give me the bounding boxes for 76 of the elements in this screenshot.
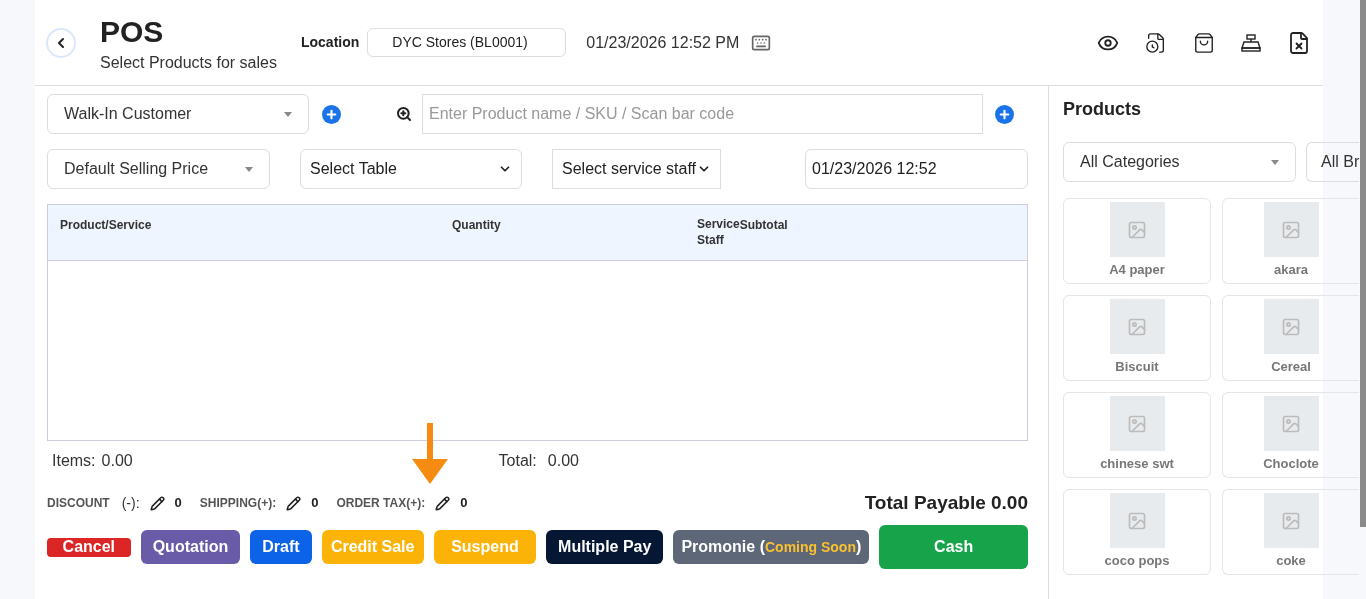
- image-placeholder: [1263, 299, 1319, 354]
- brand-select[interactable]: All Br: [1306, 142, 1359, 182]
- items-value: 0.00: [101, 451, 134, 471]
- search-icon: [396, 106, 412, 122]
- dropdown-caret-icon: [1271, 159, 1279, 165]
- product-name: Choclote: [1263, 455, 1319, 473]
- edit-icon[interactable]: [286, 495, 302, 511]
- annotation-arrow: [412, 423, 448, 484]
- total-value: 0.00: [547, 451, 579, 471]
- product-name: coke: [1276, 552, 1306, 570]
- product-card[interactable]: chinese swt: [1063, 392, 1211, 478]
- price-group-select[interactable]: Default Selling Price: [47, 149, 270, 189]
- product-card[interactable]: coco pops: [1063, 489, 1211, 575]
- image-placeholder: [1109, 493, 1165, 548]
- edit-icon[interactable]: [435, 495, 451, 511]
- product-card[interactable]: Cereal: [1222, 295, 1359, 381]
- action-button[interactable]: Cash: [879, 525, 1028, 569]
- column-header: Subtotal: [739, 217, 789, 234]
- add-customer-icon[interactable]: [322, 104, 341, 124]
- date-field[interactable]: 01/23/2026 12:52: [805, 149, 1028, 189]
- document-x-icon[interactable]: [1287, 30, 1311, 55]
- customer-select[interactable]: Walk-In Customer: [47, 94, 309, 134]
- table-select[interactable]: Select Table: [300, 149, 522, 189]
- total-payable: Total Payable 0.00: [864, 490, 1028, 515]
- document-clock-icon[interactable]: [1145, 31, 1167, 54]
- products-title: Products: [1063, 98, 1142, 121]
- date-time: 01/23/2026 12:52 PM: [586, 32, 740, 53]
- action-button[interactable]: Multiple Pay: [546, 530, 664, 564]
- action-button[interactable]: Promonie (Coming Soon): [673, 530, 870, 564]
- product-name: coco pops: [1104, 552, 1170, 570]
- page-title: POS: [100, 14, 165, 49]
- column-header: Quantity: [452, 217, 502, 234]
- image-placeholder: [1263, 202, 1319, 257]
- adjustment-sign: (-):: [121, 493, 140, 513]
- image-placeholder: [1109, 396, 1165, 451]
- image-placeholder: [1263, 493, 1319, 548]
- action-button[interactable]: Quotation: [140, 530, 241, 564]
- cash-register-icon[interactable]: [1241, 33, 1261, 52]
- page-subtitle: Select Products for sales: [100, 52, 277, 73]
- image-placeholder: [1263, 396, 1319, 451]
- total-label: Total:: [498, 451, 537, 471]
- product-name: Cereal: [1271, 358, 1311, 376]
- location-label: Location: [300, 33, 360, 52]
- adjustment-label: DISCOUNT: [47, 495, 110, 512]
- adjustment-value: 0: [311, 494, 319, 513]
- product-name: A4 paper: [1109, 261, 1165, 279]
- product-name: chinese swt: [1100, 455, 1174, 473]
- column-header: Product/Service: [59, 217, 153, 234]
- product-card[interactable]: coke: [1222, 489, 1359, 575]
- adjustment-label: SHIPPING(+):: [199, 495, 277, 512]
- product-name: Biscuit: [1115, 358, 1159, 376]
- location-field[interactable]: DYC Stores (BL0001): [367, 28, 567, 57]
- action-button[interactable]: Draft: [250, 530, 312, 564]
- action-button[interactable]: Cancel: [47, 537, 131, 557]
- column-header: Service Staff: [697, 216, 740, 249]
- adjustment-label: ORDER TAX(+):: [336, 495, 426, 512]
- items-label: Items:: [52, 451, 96, 471]
- dropdown-caret-icon: [245, 166, 253, 172]
- adjustment-value: 0: [460, 494, 468, 513]
- image-placeholder: [1109, 202, 1165, 257]
- category-select[interactable]: All Categories: [1063, 142, 1296, 182]
- product-card[interactable]: Choclote: [1222, 392, 1359, 478]
- product-search-field[interactable]: Enter Product name / SKU / Scan bar code: [422, 94, 983, 134]
- add-product-icon[interactable]: [995, 104, 1014, 124]
- service-staff-select[interactable]: Select service staff: [552, 149, 721, 189]
- product-card[interactable]: A4 paper: [1063, 198, 1211, 284]
- edit-icon[interactable]: [149, 495, 165, 511]
- adjustment-value: 0: [174, 494, 182, 513]
- image-placeholder: [1109, 299, 1165, 354]
- shopping-bag-icon[interactable]: [1193, 31, 1215, 54]
- product-card[interactable]: akara: [1222, 198, 1359, 284]
- product-card[interactable]: Biscuit: [1063, 295, 1211, 381]
- scrollbar[interactable]: [1360, 0, 1366, 527]
- product-name: akara: [1274, 261, 1308, 279]
- back-button[interactable]: [46, 27, 76, 58]
- dropdown-caret-icon: [284, 111, 292, 117]
